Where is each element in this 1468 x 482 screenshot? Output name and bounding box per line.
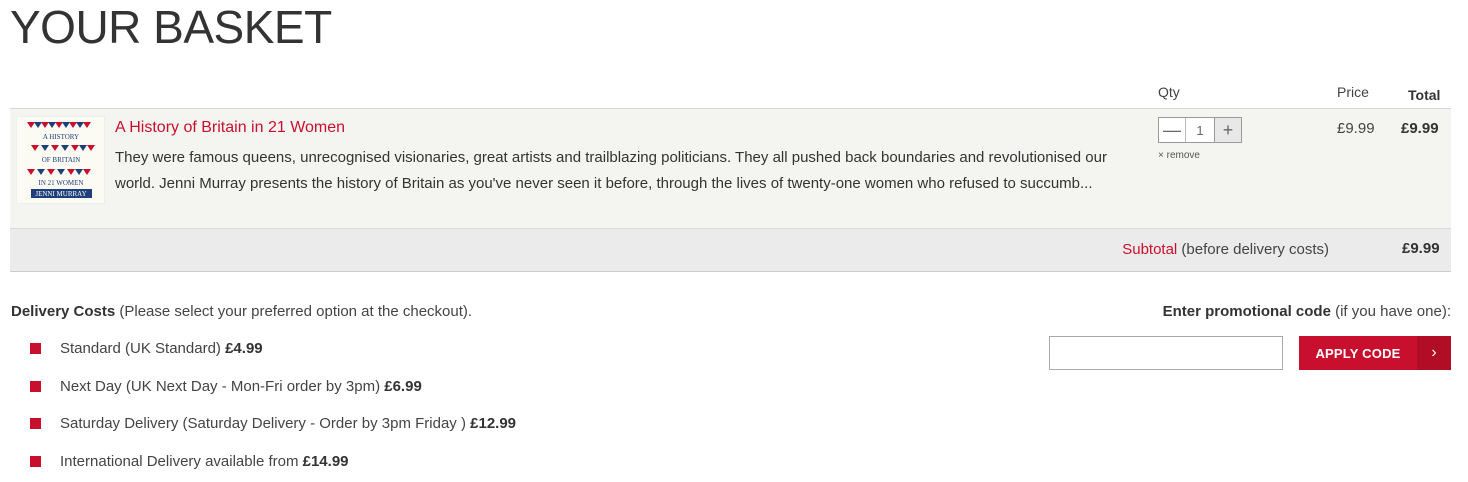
delivery-option-text: Next Day (UK Next Day - Mon-Fri order by… <box>60 377 385 395</box>
basket-item-row: A HISTORY OF BRITAIN IN 21 WOMEN JENNI M… <box>10 108 1451 229</box>
cover-line-1: A HISTORY <box>43 133 79 141</box>
item-total: £9.99 <box>1401 120 1439 137</box>
delivery-option-price: £12.99 <box>470 415 517 432</box>
subtotal-label: Subtotal (before delivery costs) <box>1122 241 1329 258</box>
delivery-option-saturday: Saturday Delivery (Saturday Delivery - O… <box>30 413 516 451</box>
quantity-stepper: — + <box>1158 117 1242 143</box>
quantity-input[interactable] <box>1186 118 1214 142</box>
subtotal-row: Subtotal (before delivery costs) £9.99 <box>10 229 1451 272</box>
delivery-option-international: International Delivery available from £1… <box>30 451 516 482</box>
remove-item-link[interactable]: × remove <box>1158 150 1200 161</box>
promo-label-bold: Enter promotional code <box>1162 303 1331 320</box>
increase-quantity-button[interactable]: + <box>1214 118 1241 142</box>
chevron-right-icon: › <box>1417 336 1451 370</box>
subtotal-value: £9.99 <box>1402 240 1440 257</box>
book-cover-image[interactable]: A HISTORY OF BRITAIN IN 21 WOMEN JENNI M… <box>16 116 105 204</box>
promo-label-note: (if you have one): <box>1330 303 1451 320</box>
delivery-option-standard: Standard (UK Standard) £4.99 <box>30 338 516 376</box>
delivery-option-price: £14.99 <box>302 452 349 470</box>
subtotal-link[interactable]: Subtotal <box>1122 241 1177 258</box>
delivery-option-next-day: Next Day (UK Next Day - Mon-Fri order by… <box>30 376 516 414</box>
delivery-costs-heading: Delivery Costs (Please select your prefe… <box>11 303 472 320</box>
delivery-heading-bold: Delivery Costs <box>11 303 116 320</box>
delivery-options-list: Standard (UK Standard) £4.99 Next Day (U… <box>30 338 516 482</box>
delivery-option-price: £6.99 <box>384 377 422 395</box>
item-price: £9.99 <box>1337 120 1375 137</box>
product-description: They were famous queens, unrecognised vi… <box>115 149 1107 192</box>
delivery-option-price: £4.99 <box>225 340 263 357</box>
column-header-price: Price <box>1337 84 1369 100</box>
promo-code-label: Enter promotional code (if you have one)… <box>1163 303 1451 320</box>
bullet-icon <box>30 455 41 467</box>
column-header-qty: Qty <box>1158 84 1180 100</box>
subtotal-note: (before delivery costs) <box>1177 241 1329 258</box>
column-header-total: Total <box>1408 87 1441 103</box>
page-title: YOUR BASKET <box>10 1 332 53</box>
bullet-icon <box>30 343 41 354</box>
cover-line-3: IN 21 WOMEN <box>39 179 84 187</box>
decrease-quantity-button[interactable]: — <box>1159 118 1186 142</box>
bullet-icon <box>30 418 41 429</box>
cover-line-2: OF BRITAIN <box>42 156 81 164</box>
bullet-icon <box>30 380 41 392</box>
delivery-heading-note: (Please select your preferred option at … <box>115 303 473 320</box>
delivery-option-text: International Delivery available from <box>60 452 303 470</box>
apply-code-button[interactable]: APPLY CODE › <box>1299 336 1451 370</box>
delivery-option-text: Saturday Delivery (Saturday Delivery - O… <box>60 415 471 432</box>
promo-code-input[interactable] <box>1049 336 1283 370</box>
delivery-option-text: Standard (UK Standard) <box>60 340 226 357</box>
apply-code-label: APPLY CODE <box>1315 345 1401 361</box>
cover-author: JENNI MURRAY <box>35 190 86 198</box>
product-title-link[interactable]: A History of Britain in 21 Women <box>115 119 345 137</box>
